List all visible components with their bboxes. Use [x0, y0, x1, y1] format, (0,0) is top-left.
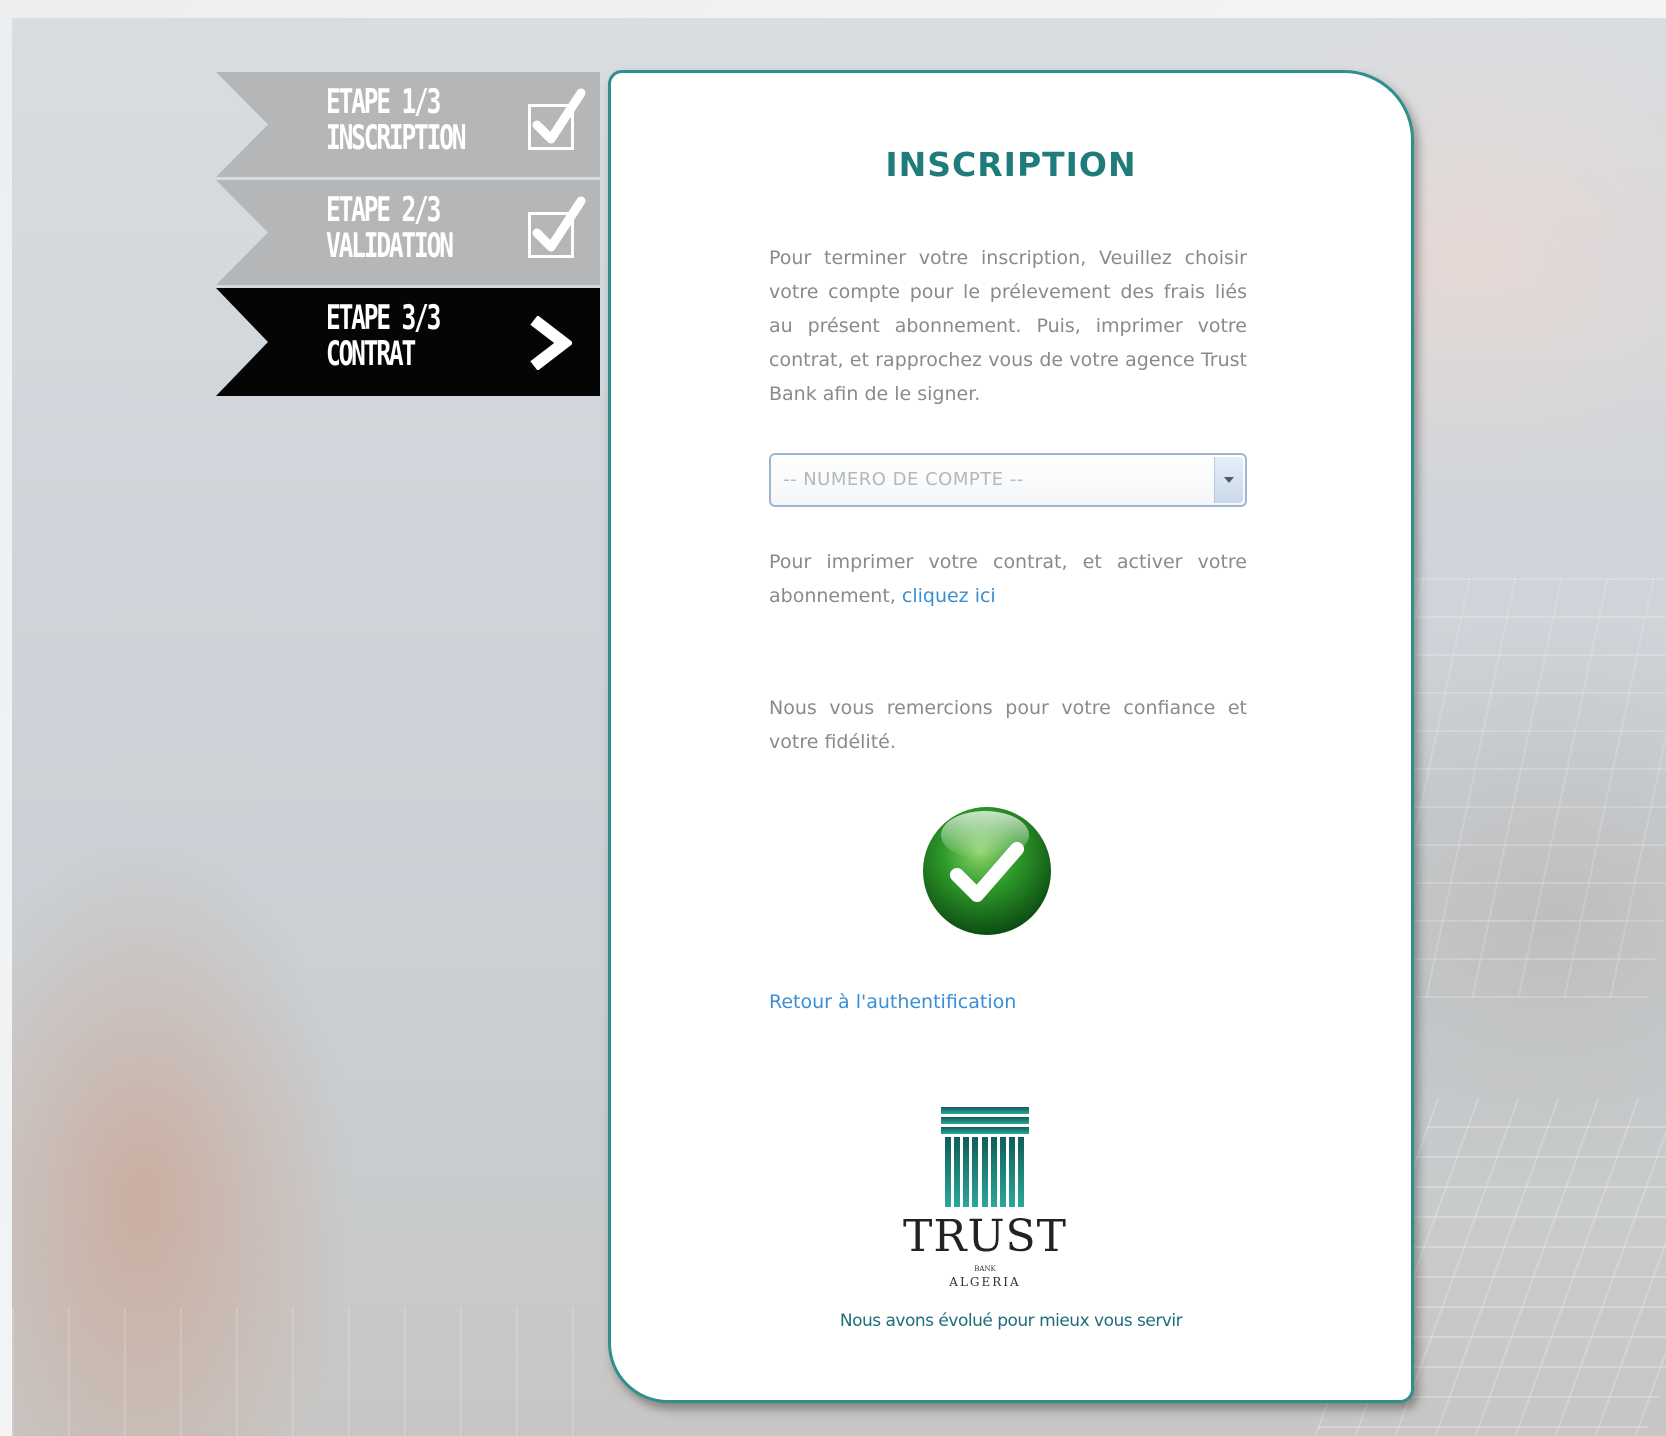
- logo-sub-bank: BANK: [974, 1265, 996, 1273]
- logo-wordmark: TRUST: [902, 1211, 1068, 1262]
- step-2: ETAPE 2/3 VALIDATION: [216, 180, 600, 285]
- background-keyboard-left: [12, 1308, 612, 1436]
- registration-card: INSCRIPTION Pour terminer votre inscript…: [608, 70, 1414, 1403]
- chevron-right-icon: [526, 315, 574, 375]
- step-3-number: ETAPE 3/3: [326, 298, 441, 338]
- green-checkmark-icon: [917, 799, 1057, 944]
- print-contract-link[interactable]: cliquez ici: [902, 585, 996, 607]
- checkbox-checked-icon: [528, 88, 586, 150]
- step-progress: ETAPE 1/3 INSCRIPTION ETAPE 2/3 VALIDATI…: [216, 72, 600, 399]
- step-1-number: ETAPE 1/3: [326, 82, 441, 122]
- step-2-label: ETAPE 2/3 VALIDATION: [326, 190, 454, 266]
- card-title: INSCRIPTION: [885, 145, 1137, 184]
- select-dropdown-button[interactable]: [1214, 457, 1243, 503]
- step-3-label: ETAPE 3/3 CONTRAT: [326, 298, 441, 374]
- step-2-number: ETAPE 2/3: [326, 190, 441, 230]
- return-to-login-link[interactable]: Retour à l'authentification: [769, 991, 1016, 1013]
- trust-bank-logo: [905, 1103, 1065, 1216]
- account-select-value: -- NUMERO DE COMPTE --: [783, 469, 1024, 490]
- step-1-label: ETAPE 1/3 INSCRIPTION: [326, 82, 467, 158]
- print-contract-text: Pour imprimer votre contrat, et activer …: [769, 545, 1247, 613]
- tagline: Nous avons évolué pour mieux vous servir: [839, 1311, 1183, 1331]
- account-number-select[interactable]: -- NUMERO DE COMPTE --: [769, 453, 1247, 507]
- print-contract-label: Pour imprimer votre contrat, et activer …: [769, 551, 1247, 607]
- step-3: ETAPE 3/3 CONTRAT: [216, 288, 600, 396]
- thanks-text: Nous vous remercions pour votre confianc…: [769, 697, 1247, 753]
- chevron-down-icon: [1224, 477, 1234, 483]
- intro-text: Pour terminer votre inscription, Veuille…: [769, 247, 1247, 405]
- checkbox-checked-icon: [528, 196, 586, 258]
- step-2-title: VALIDATION: [326, 226, 454, 266]
- step-1-title: INSCRIPTION: [326, 118, 467, 158]
- step-3-title: CONTRAT: [326, 334, 416, 374]
- logo-sub-algeria: ALGERIA: [949, 1275, 1021, 1289]
- step-1: ETAPE 1/3 INSCRIPTION: [216, 72, 600, 177]
